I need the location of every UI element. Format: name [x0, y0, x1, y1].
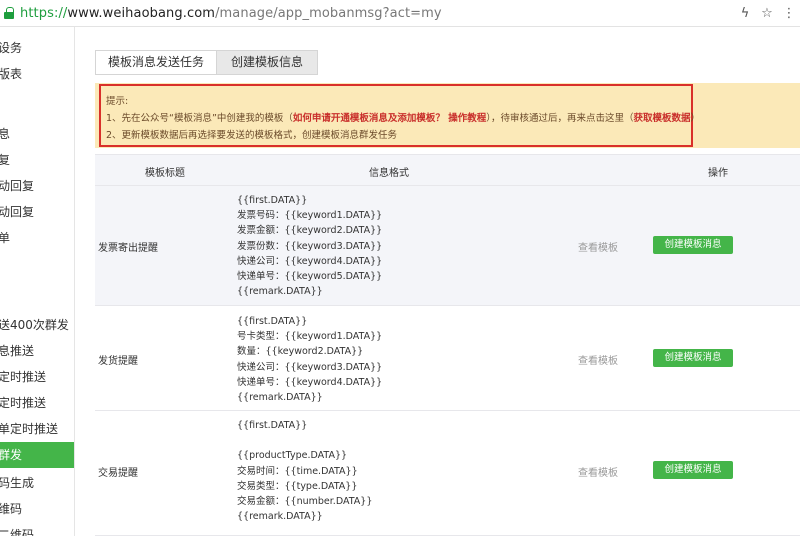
table-row: 发票寄出提醒 {{first.DATA}} 发票号码：{{keyword1.DA…	[95, 186, 800, 306]
notice-title: 提示:	[106, 96, 129, 107]
tab-bar: 模板消息发送任务 创建模板信息	[95, 50, 318, 75]
view-template-link[interactable]: 查看模板	[578, 352, 618, 367]
row-format: {{first.DATA}} 号卡类型：{{keyword1.DATA}} 数量…	[237, 316, 383, 404]
sidebar-item[interactable]: 息推送	[0, 338, 74, 364]
header-action: 操作	[708, 168, 728, 179]
sidebar-item[interactable]: 设务	[0, 35, 74, 61]
create-message-button[interactable]: 创建模板消息	[653, 461, 733, 479]
header-format: 信息格式	[369, 168, 409, 179]
notice-line-2: 2、更新模板数据后再选择要发送的模板格式，创建模板消息群发任务	[106, 130, 398, 141]
sidebar-item[interactable]: 息	[0, 121, 74, 147]
create-message-button[interactable]: 创建模板消息	[653, 236, 733, 254]
sidebar-item-active[interactable]: 群发	[0, 442, 74, 468]
sidebar-item[interactable]: 定时推送	[0, 364, 74, 390]
table-row: 交易提醒 {{first.DATA}} {{productType.DATA}}…	[95, 411, 800, 536]
view-template-link[interactable]: 查看模板	[578, 464, 618, 479]
sidebar-item[interactable]	[0, 259, 74, 285]
row-format: {{first.DATA}} {{productType.DATA}} 交易时间…	[237, 420, 373, 523]
sidebar-item[interactable]: 动回复	[0, 173, 74, 199]
row-title: 交易提醒	[98, 468, 138, 479]
sidebar-item[interactable]: 复	[0, 147, 74, 173]
notice-line-1: 1、先在公众号“模板消息”中创建我的模板（如何申请开通模板消息及添加模板？ 操作…	[106, 113, 700, 124]
lightning-icon[interactable]: ϟ	[734, 6, 756, 21]
tab-send-tasks[interactable]: 模板消息发送任务	[95, 50, 217, 75]
main-content: 模板消息发送任务 创建模板信息 提示: 1、先在公众号“模板消息”中创建我的模板…	[76, 27, 800, 536]
sidebar-item[interactable]: 版表	[0, 61, 74, 87]
tutorial-link[interactable]: 如何申请开通模板消息及添加模板？ 操作教程	[293, 113, 486, 124]
row-format: {{first.DATA}} 发票号码：{{keyword1.DATA}} 发票…	[237, 195, 383, 298]
lock-icon	[4, 7, 14, 19]
create-message-button[interactable]: 创建模板消息	[653, 349, 733, 367]
header-title: 模板标题	[145, 168, 185, 179]
star-icon[interactable]: ☆	[756, 6, 778, 21]
sidebar-item[interactable]: 定时推送	[0, 390, 74, 416]
url-text[interactable]: https://www.weihaobang.com/manage/app_mo…	[20, 6, 442, 21]
sidebar-item[interactable]: 送400次群发	[0, 312, 74, 338]
fetch-template-data-link[interactable]: 获取模板数据	[633, 113, 690, 124]
sidebar-item[interactable]: 二维码	[0, 522, 74, 536]
sidebar-item[interactable]: 维码	[0, 496, 74, 522]
sidebar-item[interactable]: 码生成	[0, 470, 74, 496]
table-row: 发货提醒 {{first.DATA}} 号卡类型：{{keyword1.DATA…	[95, 306, 800, 411]
row-title: 发票寄出提醒	[98, 243, 158, 254]
tab-create-template[interactable]: 创建模板信息	[217, 50, 318, 75]
sidebar: 设务 版表 息 复 动回复 动回复 单 送400次群发 息推送 定时推送 定时推…	[0, 27, 75, 536]
table-header: 模板标题 信息格式 操作	[95, 154, 800, 186]
address-bar[interactable]: https://www.weihaobang.com/manage/app_mo…	[0, 0, 800, 27]
row-title: 发货提醒	[98, 356, 138, 367]
sidebar-item[interactable]	[0, 91, 74, 117]
view-template-link[interactable]: 查看模板	[578, 239, 618, 254]
sidebar-item[interactable]: 单	[0, 225, 74, 251]
sidebar-item[interactable]: 动回复	[0, 199, 74, 225]
sidebar-item[interactable]: 单定时推送	[0, 416, 74, 442]
overflow-icon[interactable]: ⋮	[778, 6, 800, 21]
